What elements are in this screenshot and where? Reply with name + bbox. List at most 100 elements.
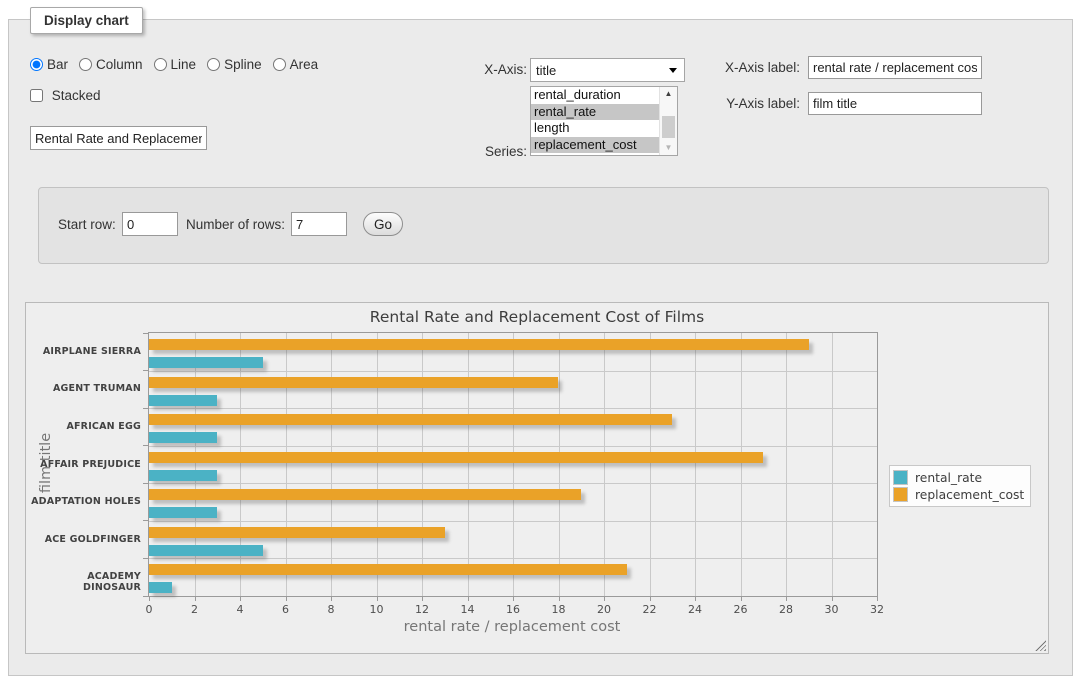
x-axis-selected-value: title — [536, 63, 556, 78]
gridline — [422, 333, 423, 596]
chart-type-radio-label: Line — [171, 57, 197, 72]
chart-type-option-line[interactable]: Line — [154, 57, 197, 72]
y-axis-tick — [143, 370, 148, 371]
legend-swatch-replacement_cost — [893, 487, 908, 502]
bar-rental_rate — [149, 507, 217, 518]
go-button[interactable]: Go — [363, 212, 403, 236]
chart-type-radio-line[interactable] — [154, 58, 167, 71]
bar-replacement_cost — [149, 527, 445, 538]
gridline — [513, 333, 514, 596]
resize-handle-icon[interactable] — [1035, 640, 1046, 651]
x-tick-label: 10 — [362, 603, 392, 616]
x-axis-tick — [240, 596, 241, 601]
bar-replacement_cost — [149, 452, 763, 463]
y-axis-tick — [143, 333, 148, 334]
stacked-checkbox[interactable] — [30, 89, 43, 102]
category-label: AIRPLANE SIERRA — [27, 346, 141, 357]
chart-type-radio-label: Spline — [224, 57, 262, 72]
x-tick-label: 8 — [316, 603, 346, 616]
x-tick-label: 12 — [407, 603, 437, 616]
bar-replacement_cost — [149, 564, 627, 575]
x-axis-tick — [331, 596, 332, 601]
chevron-down-icon — [669, 68, 677, 73]
chart-type-radio-label: Area — [290, 57, 319, 72]
series-listbox-scrollbar[interactable]: ▲ ▼ — [659, 87, 677, 155]
scrollbar-thumb[interactable] — [662, 116, 675, 138]
y-axis-label-input[interactable] — [808, 92, 982, 115]
bar-replacement_cost — [149, 377, 558, 388]
x-axis-label-input[interactable] — [808, 56, 982, 79]
x-tick-label: 20 — [589, 603, 619, 616]
chart-x-axis-title: rental rate / replacement cost — [148, 619, 876, 635]
x-axis-tick — [468, 596, 469, 601]
y-axis-tick — [143, 445, 148, 446]
x-axis-tick — [559, 596, 560, 601]
x-axis-tick — [695, 596, 696, 601]
bar-rental_rate — [149, 432, 217, 443]
x-tick-label: 24 — [680, 603, 710, 616]
legend-label: replacement_cost — [915, 488, 1024, 502]
start-row-label: Start row: — [58, 217, 116, 232]
chart-type-radio-group: Bar Column Line Spline Area — [30, 57, 329, 72]
gridline — [832, 333, 833, 596]
gridline — [695, 333, 696, 596]
chart-type-option-spline[interactable]: Spline — [207, 57, 262, 72]
bar-replacement_cost — [149, 339, 809, 350]
series-listbox[interactable]: rental_durationrental_ratelengthreplacem… — [530, 86, 678, 156]
number-of-rows-input[interactable] — [291, 212, 347, 236]
category-label: ADAPTATION HOLES — [27, 496, 141, 507]
category-label: AGENT TRUMAN — [27, 383, 141, 394]
series-option-replacement_cost[interactable]: replacement_cost — [531, 137, 661, 154]
gridline — [149, 483, 877, 484]
chart-type-radio-spline[interactable] — [207, 58, 220, 71]
gridline — [149, 521, 877, 522]
gridline — [195, 333, 196, 596]
stacked-checkbox-row[interactable]: Stacked — [30, 88, 101, 103]
chart-type-radio-label: Column — [96, 57, 143, 72]
scroll-up-icon[interactable]: ▲ — [660, 87, 677, 101]
legend-swatch-rental_rate — [893, 470, 908, 485]
chart-title-input[interactable] — [30, 126, 207, 150]
chart-type-option-column[interactable]: Column — [79, 57, 143, 72]
bar-rental_rate — [149, 545, 263, 556]
category-label: ACE GOLDFINGER — [27, 534, 141, 545]
x-axis-select-label: X-Axis: — [430, 62, 527, 77]
chart-type-radio-column[interactable] — [79, 58, 92, 71]
series-option-rental_rate[interactable]: rental_rate — [531, 104, 661, 121]
x-axis-tick — [604, 596, 605, 601]
chart-type-radio-area[interactable] — [273, 58, 286, 71]
y-axis-tick — [143, 520, 148, 521]
series-options: rental_durationrental_ratelengthreplacem… — [531, 87, 677, 153]
x-axis-tick — [832, 596, 833, 601]
series-listbox-label: Series: — [430, 144, 527, 159]
series-option-rental_duration[interactable]: rental_duration — [531, 87, 661, 104]
gridline — [149, 558, 877, 559]
start-row-input[interactable] — [122, 212, 178, 236]
y-axis-tick — [143, 596, 148, 597]
x-tick-label: 32 — [862, 603, 892, 616]
series-option-length[interactable]: length — [531, 120, 661, 137]
bar-rental_rate — [149, 357, 263, 368]
chart-container: Rental Rate and Replacement Cost of Film… — [25, 302, 1049, 654]
x-axis-tick — [377, 596, 378, 601]
x-axis-select[interactable]: title — [530, 58, 685, 82]
x-axis-tick — [286, 596, 287, 601]
chart-type-option-bar[interactable]: Bar — [30, 57, 68, 72]
x-tick-label: 2 — [180, 603, 210, 616]
x-tick-label: 28 — [771, 603, 801, 616]
scroll-down-icon[interactable]: ▼ — [660, 141, 677, 155]
x-tick-label: 14 — [453, 603, 483, 616]
chart-type-radio-label: Bar — [47, 57, 68, 72]
gridline — [786, 333, 787, 596]
gridline — [468, 333, 469, 596]
y-axis-tick — [143, 483, 148, 484]
gridline — [650, 333, 651, 596]
y-axis-label-field-label: Y-Axis label: — [700, 96, 800, 111]
legend-item: rental_rate — [893, 470, 1024, 485]
x-axis-tick — [786, 596, 787, 601]
legend-label: rental_rate — [915, 471, 982, 485]
chart-type-radio-bar[interactable] — [30, 58, 43, 71]
gridline — [240, 333, 241, 596]
category-label: AFRICAN EGG — [27, 421, 141, 432]
chart-type-option-area[interactable]: Area — [273, 57, 319, 72]
